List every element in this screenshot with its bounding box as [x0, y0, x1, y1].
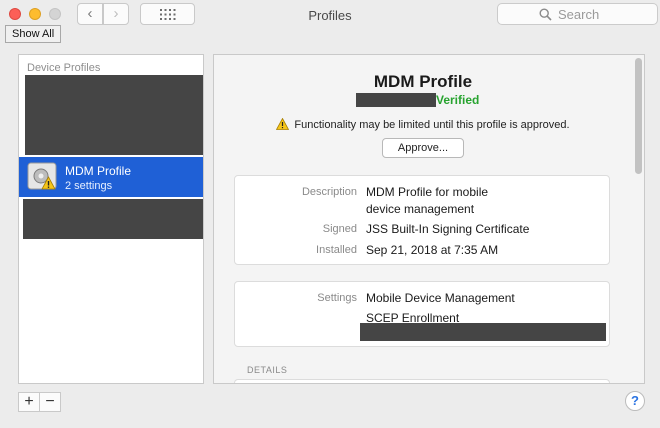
signed-value: JSS Built-In Signing Certificate	[366, 222, 530, 236]
detail-scrollbar[interactable]	[632, 55, 644, 383]
warning-badge-icon	[41, 176, 56, 190]
verified-status: Verified	[436, 93, 480, 107]
profile-row-name: MDM Profile	[65, 164, 132, 178]
add-profile-button[interactable]: +	[18, 392, 40, 412]
profile-detail-pane: MDM Profile Verified Functionality may b…	[213, 54, 645, 384]
description-line-1: MDM Profile for mobile	[366, 185, 489, 199]
approve-button[interactable]: Approve...	[382, 138, 464, 158]
profile-row-mdm[interactable]: MDM Profile 2 settings	[19, 157, 203, 197]
profile-row-subtitle: 2 settings	[65, 180, 113, 192]
scrollbar-thumb[interactable]	[635, 58, 642, 174]
device-profiles-header: Device Profiles	[27, 62, 101, 74]
details-card	[234, 379, 610, 383]
title-bar: ‹ › Profiles Search	[0, 0, 660, 30]
settings-item: Mobile Device Management	[366, 291, 515, 305]
installed-value: Sep 21, 2018 at 7:35 AM	[366, 243, 499, 257]
description-line-2: device management	[366, 202, 475, 216]
help-button[interactable]: ?	[625, 391, 645, 411]
approval-warning-text: Functionality may be limited until this …	[294, 119, 570, 131]
search-field[interactable]: Search	[497, 3, 658, 25]
show-all-tooltip: Show All	[5, 25, 62, 43]
profile-info-card: Description MDM Profile for mobile devic…	[234, 175, 610, 265]
profile-icon	[27, 162, 57, 192]
signed-label: Signed	[322, 223, 357, 235]
redacted-profile-entry	[25, 75, 203, 155]
description-label: Description	[301, 186, 357, 198]
device-profiles-list: Device Profiles MDM Profile 2 settings	[18, 54, 204, 384]
approval-warning: Functionality may be limited until this …	[214, 117, 632, 131]
redacted-organization	[356, 93, 436, 107]
redacted-setting	[360, 323, 606, 341]
description-value: MDM Profile for mobile device management	[366, 184, 488, 218]
details-header: DETAILS	[247, 365, 288, 375]
profile-title: MDM Profile	[373, 72, 473, 91]
search-placeholder: Search	[558, 7, 600, 22]
redacted-profile-entry	[23, 199, 203, 239]
settings-label: Settings	[317, 292, 357, 304]
search-icon	[539, 8, 552, 21]
warning-icon	[276, 117, 290, 130]
list-controls: + −	[18, 392, 62, 412]
remove-profile-button[interactable]: −	[39, 392, 61, 412]
profile-settings-card: Settings Mobile Device Management SCEP E…	[234, 281, 610, 347]
installed-label: Installed	[316, 244, 357, 256]
